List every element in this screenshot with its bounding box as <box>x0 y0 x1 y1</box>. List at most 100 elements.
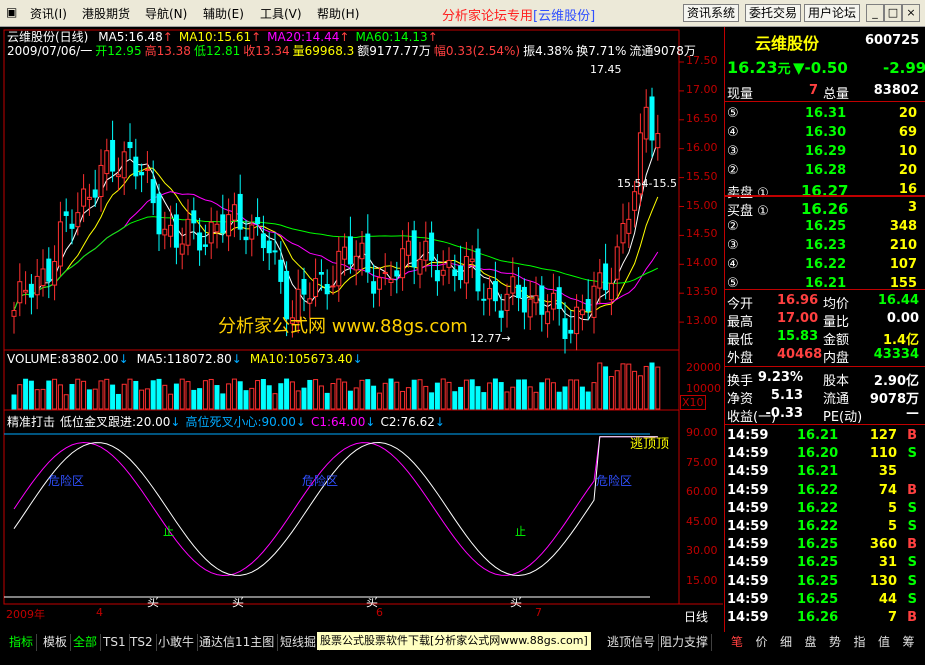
candle-body <box>52 261 58 286</box>
indicator-field: 高位死叉小心:90.00↓ <box>185 415 305 429</box>
volume-bar <box>487 382 493 410</box>
bottom-tab[interactable]: TS2 <box>127 634 157 651</box>
level-price: 16.30 <box>805 125 847 140</box>
tick-time: 14:59 <box>727 555 769 571</box>
tick-time: 14:59 <box>727 500 769 516</box>
stat-row: 今开 16.96 均价 16.44 <box>725 292 923 312</box>
menu-hk-futures[interactable]: 港股期货 <box>82 5 130 22</box>
volume-bar <box>394 381 400 410</box>
candle-body <box>516 284 522 299</box>
panel-tab[interactable]: 值 <box>873 634 895 651</box>
maximize-icon[interactable]: □ <box>884 4 902 22</box>
ohlc-field: 幅0.33(2.54%) <box>433 44 521 58</box>
download-banner[interactable]: 股票公式股票软件下载[分析家公式网www.88gs.com] <box>317 632 591 650</box>
volume-value: MA10:105673.40 <box>249 352 353 366</box>
volume-field: VOLUME:83802.00↓ <box>7 352 129 366</box>
tick-price: 16.22 <box>797 519 839 534</box>
panel-tab[interactable]: 指 <box>849 634 871 651</box>
panel-tab[interactable]: 筹 <box>898 634 920 651</box>
candle-body <box>353 255 359 271</box>
news-system-button[interactable]: 资讯系统 <box>683 4 740 22</box>
tick-time: 14:59 <box>727 519 769 534</box>
candle-body <box>231 204 237 221</box>
bottom-tab[interactable]: TS1 <box>100 634 130 651</box>
bid-ask-divider <box>725 195 925 197</box>
menu-assist[interactable]: 辅助(E) <box>203 5 244 22</box>
tick-time: 14:59 <box>727 482 769 498</box>
indicator-field: 精准打击 <box>7 415 55 429</box>
panel-tab[interactable]: 笔 <box>726 634 748 651</box>
volume-field: MA10:105673.40↓ <box>250 352 363 366</box>
bottom-tab[interactable]: 短线掘 <box>277 634 321 651</box>
menu-news[interactable]: 资讯(I) <box>30 5 67 22</box>
tick-price: 16.25 <box>797 537 839 553</box>
panel-tab[interactable]: 盘 <box>800 634 822 651</box>
volume-bar <box>626 363 632 410</box>
menu-tools[interactable]: 工具(V) <box>260 5 302 22</box>
close-icon[interactable]: × <box>902 4 920 22</box>
volume-bar <box>278 383 284 410</box>
price-axis-tick: 17.00 <box>686 82 718 96</box>
forum-button[interactable]: 用户论坛 <box>804 4 861 22</box>
tick-volume: 31 <box>878 555 897 571</box>
panel-tab[interactable]: 细 <box>775 634 797 651</box>
indicator-axis-tick: 75.00 <box>686 455 718 469</box>
price-axis-tick: 16.00 <box>686 140 718 154</box>
volume-bar <box>40 388 46 410</box>
tick-time: 14:59 <box>727 446 769 462</box>
minimize-icon[interactable]: _ <box>866 4 884 22</box>
volume-bar <box>365 379 371 410</box>
volume-bar <box>28 380 34 410</box>
volume-bar <box>173 383 179 410</box>
stock-name: 云维股份 <box>755 34 820 53</box>
volume-bar <box>11 394 17 410</box>
tick-volume: 360 <box>869 537 897 553</box>
tab-escape-signal[interactable]: 逃顶信号 <box>604 634 660 651</box>
volume-bar <box>220 393 226 410</box>
candle-body <box>585 299 591 312</box>
volume-bar <box>307 379 313 410</box>
trade-button[interactable]: 委托交易 <box>745 4 802 22</box>
candle-body <box>75 212 81 228</box>
bottom-tab[interactable]: 指标 <box>6 634 38 651</box>
volume-bar <box>168 393 174 410</box>
menu-help[interactable]: 帮助(H) <box>317 5 359 22</box>
candle-body <box>388 279 394 283</box>
candle-body <box>28 283 34 298</box>
candle-body <box>144 168 150 171</box>
buy-label-1: 买 <box>147 595 160 609</box>
bottom-tab[interactable]: 模板 <box>40 634 72 651</box>
candle-body <box>63 211 69 216</box>
bottom-tab[interactable]: 小敢牛 <box>155 634 199 651</box>
level-volume: 107 <box>889 257 917 272</box>
axis-month-6: 6 <box>376 606 383 619</box>
danger-zone-label-2: 危险区 <box>302 474 339 488</box>
volume-value: MA5:118072.80 <box>136 352 232 366</box>
price-axis-tick: 13.50 <box>686 285 718 299</box>
level-volume: 348 <box>889 219 917 234</box>
menu-bar: ▣ 资讯(I) 港股期货 导航(N) 辅助(E) 工具(V) 帮助(H) 分析家… <box>0 0 925 27</box>
menu-navigate[interactable]: 导航(N) <box>145 5 187 22</box>
chart-area[interactable]: 云维股份(日线) MA5:16.48↑ MA10:15.61↑ MA20:14.44… <box>0 27 723 632</box>
level-price: 16.22 <box>805 257 847 272</box>
bottom-tab[interactable]: 通达信11主图 <box>196 634 279 651</box>
bottom-tab[interactable]: 全部 <box>70 634 102 651</box>
panel-tab[interactable]: 价 <box>751 634 773 651</box>
app-icon[interactable]: ▣ <box>6 5 17 19</box>
panel-tab[interactable]: 势 <box>824 634 846 651</box>
tick-side: B <box>907 537 917 553</box>
level-price: 16.25 <box>805 219 847 234</box>
indicator-value: C2:76.62 <box>380 415 435 429</box>
tab-resistance-support[interactable]: 阻力支撑 <box>657 634 713 651</box>
volume-bar <box>202 380 208 410</box>
stat-value: 40468 <box>777 347 823 362</box>
candle-body <box>92 189 98 198</box>
candle-body <box>237 193 243 230</box>
stat-row: 外盘 40468 内盘 43334 <box>725 346 923 366</box>
buy-label-4: 买 <box>510 595 523 609</box>
volume-unit: X10 <box>680 395 706 410</box>
indicator-value: 精准打击 <box>7 415 56 429</box>
stat-value: 9.23% <box>757 370 803 385</box>
tick-price: 16.21 <box>797 428 839 443</box>
period-label[interactable]: 日线 <box>684 608 708 625</box>
